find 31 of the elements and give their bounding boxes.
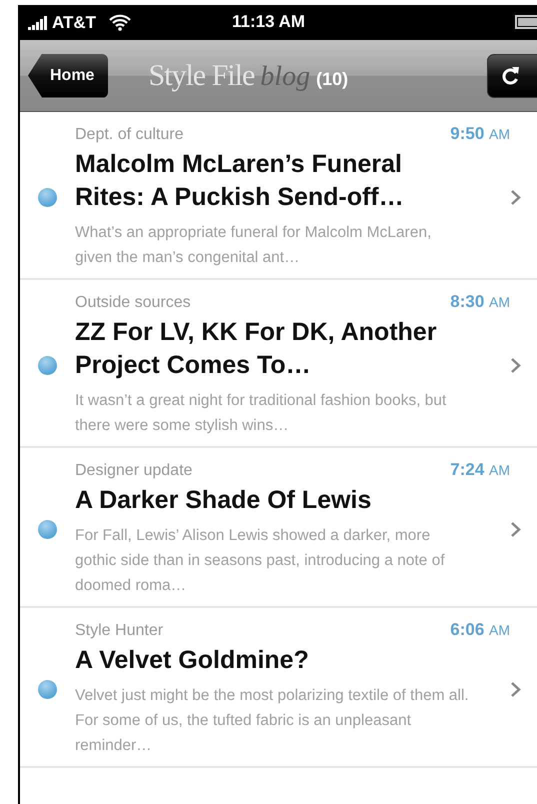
blog-tag: blog <box>260 60 310 92</box>
article-category: Dept. of culture <box>75 126 184 144</box>
article-count: (10) <box>316 68 348 90</box>
chevron-icon[interactable] <box>510 188 521 206</box>
article-title[interactable]: ZZ For LV, KK For DK, Another Project Comes To… <box>75 316 475 382</box>
battery-icon <box>515 15 537 29</box>
article-time: 8:30 AM <box>450 292 510 312</box>
article-title[interactable]: A Velvet Goldmine? <box>75 644 475 677</box>
wifi-icon <box>108 14 132 31</box>
article-title[interactable]: A Darker Shade Of Lewis <box>75 484 475 517</box>
article-excerpt: What’s an appropriate funeral for Malcolm McLaren, given the man’s congenital ant… <box>75 223 432 268</box>
article-excerpt: For Fall, Lewis’ Alison Lewis showed a darker, more gothic side than in seasons past, introducing a note of doomed roma… <box>75 526 446 596</box>
article-category: Style Hunter <box>75 622 164 640</box>
refresh-icon <box>501 65 521 87</box>
article-time: 6:06 AM <box>450 620 510 640</box>
article-time: 9:50 AM <box>450 124 510 144</box>
signal-icon <box>28 16 48 30</box>
chevron-icon[interactable] <box>510 356 521 374</box>
chevron-icon[interactable] <box>510 520 521 538</box>
blog-title: Style File <box>148 58 254 92</box>
article-category: Designer update <box>75 462 192 480</box>
article-category: Outside sources <box>75 294 191 312</box>
home-back-button[interactable]: Home <box>28 54 108 98</box>
article-time: 7:24 AM <box>450 460 510 480</box>
clock: 11:13 AM <box>232 12 306 32</box>
article-title[interactable]: Malcolm McLaren’s Funeral Rites: A Puckish Send-off… <box>75 148 475 214</box>
carrier-name: AT&T <box>52 12 96 32</box>
article-excerpt: Velvet just might be the most polarizing textile of them all. For some of us, the tufted fabric is an unpleasant reminder… <box>75 686 470 756</box>
refresh-button[interactable] <box>487 54 537 98</box>
chevron-icon[interactable] <box>510 680 521 698</box>
article-excerpt: It wasn’t a great night for traditional fashion books, but there were some stylish wins… <box>75 391 448 436</box>
